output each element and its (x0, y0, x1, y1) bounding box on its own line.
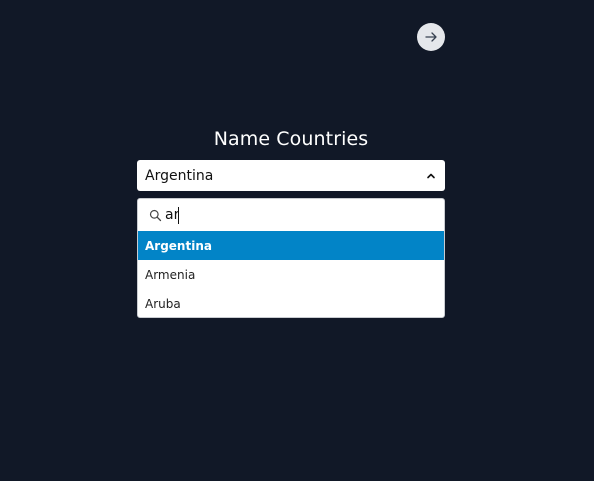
search-icon (149, 209, 162, 221)
page-title: Name Countries (213, 128, 369, 150)
options-list: Argentina Armenia Aruba (138, 231, 444, 317)
page: Name Countries Argentina ArgentinaArmeni… (0, 0, 594, 481)
option-item[interactable]: Argentina (138, 231, 444, 260)
select-value: Argentina (145, 167, 214, 184)
dropdown-menu: ArgentinaArmeniaAruba (137, 198, 445, 318)
search-input[interactable] (165, 207, 179, 223)
text-cursor (178, 206, 179, 224)
country-select[interactable]: Argentina (137, 160, 445, 191)
option-item[interactable]: Armenia (138, 260, 444, 289)
option-item[interactable]: Aruba (138, 289, 444, 317)
chevron-up-icon[interactable] (426, 171, 436, 181)
search-row (138, 199, 444, 231)
arrow-right-icon (425, 32, 437, 42)
next-button[interactable] (417, 23, 445, 51)
